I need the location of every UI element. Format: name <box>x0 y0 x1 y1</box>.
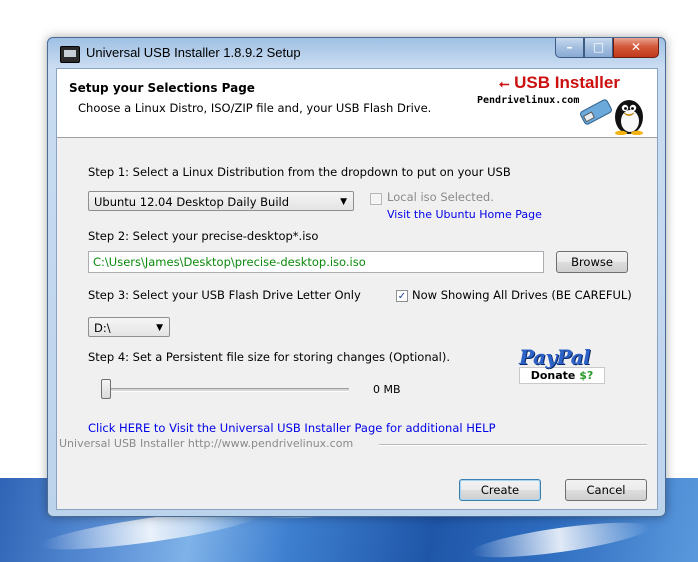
page-title: Setup your Selections Page <box>69 81 255 95</box>
persistence-size-label: 0 MB <box>373 383 401 396</box>
drive-letter-dropdown[interactable]: D:\ ▼ <box>88 317 170 337</box>
caption-buttons: – □ ✕ <box>555 38 659 58</box>
persistence-slider-thumb[interactable] <box>101 379 111 399</box>
donate-label: Donate $? <box>519 367 605 384</box>
minimize-button[interactable]: – <box>555 38 584 58</box>
maximize-button[interactable]: □ <box>584 38 613 58</box>
title-bar[interactable]: Universal USB Installer 1.8.9.2 Setup – … <box>48 38 665 68</box>
show-all-drives-checkbox[interactable]: ✓ <box>396 290 408 302</box>
installer-window: Universal USB Installer 1.8.9.2 Setup – … <box>47 37 666 517</box>
drive-letter-value: D:\ <box>94 321 111 335</box>
step3-label: Step 3: Select your USB Flash Drive Lett… <box>88 288 361 302</box>
footer-divider <box>379 444 647 446</box>
chevron-down-icon: ▼ <box>340 197 347 207</box>
close-button[interactable]: ✕ <box>613 38 659 58</box>
step2-label: Step 2: Select your precise-desktop*.iso <box>88 229 319 243</box>
show-all-drives-label: Now Showing All Drives (BE CAREFUL) <box>412 288 632 302</box>
cancel-button[interactable]: Cancel <box>565 479 647 501</box>
paypal-logo: PayPal <box>519 345 591 369</box>
local-iso-checkbox[interactable] <box>370 193 382 205</box>
distribution-dropdown[interactable]: Ubuntu 12.04 Desktop Daily Build ▼ <box>88 191 354 211</box>
browse-button[interactable]: Browse <box>556 251 628 273</box>
header-band: Setup your Selections Page Choose a Linu… <box>57 69 657 138</box>
footer-text: Universal USB Installer http://www.pendr… <box>59 437 360 450</box>
ubuntu-home-link[interactable]: Visit the Ubuntu Home Page <box>387 208 542 221</box>
step4-label: Step 4: Set a Persistent file size for s… <box>88 350 450 364</box>
paypal-donate-button[interactable]: PayPal Donate $? <box>519 345 605 384</box>
help-link[interactable]: Click HERE to Visit the Universal USB In… <box>88 421 496 435</box>
create-button[interactable]: Create <box>459 479 541 501</box>
dialog-client-area: Setup your Selections Page Choose a Linu… <box>56 68 658 510</box>
persistence-slider-track[interactable] <box>101 388 349 392</box>
window-title: Universal USB Installer 1.8.9.2 Setup <box>86 45 301 60</box>
logo-site: Pendrivelinux.com <box>477 95 580 106</box>
usb-installer-logo: ⭠ USB Installer Pendrivelinux.com <box>469 73 655 135</box>
distribution-dropdown-value: Ubuntu 12.04 Desktop Daily Build <box>94 195 290 209</box>
usb-plug-icon: ⭠ <box>499 76 510 91</box>
app-icon <box>60 46 80 63</box>
page-subtitle: Choose a Linux Distro, ISO/ZIP file and,… <box>78 101 432 115</box>
tux-penguin-icon <box>580 99 643 135</box>
iso-path-field[interactable]: C:\Users\James\Desktop\precise-desktop.i… <box>88 251 544 273</box>
wallpaper-streak <box>469 515 651 562</box>
chevron-down-icon: ▼ <box>156 323 163 333</box>
local-iso-label: Local iso Selected. <box>387 190 494 204</box>
step1-label: Step 1: Select a Linux Distribution from… <box>88 165 511 179</box>
